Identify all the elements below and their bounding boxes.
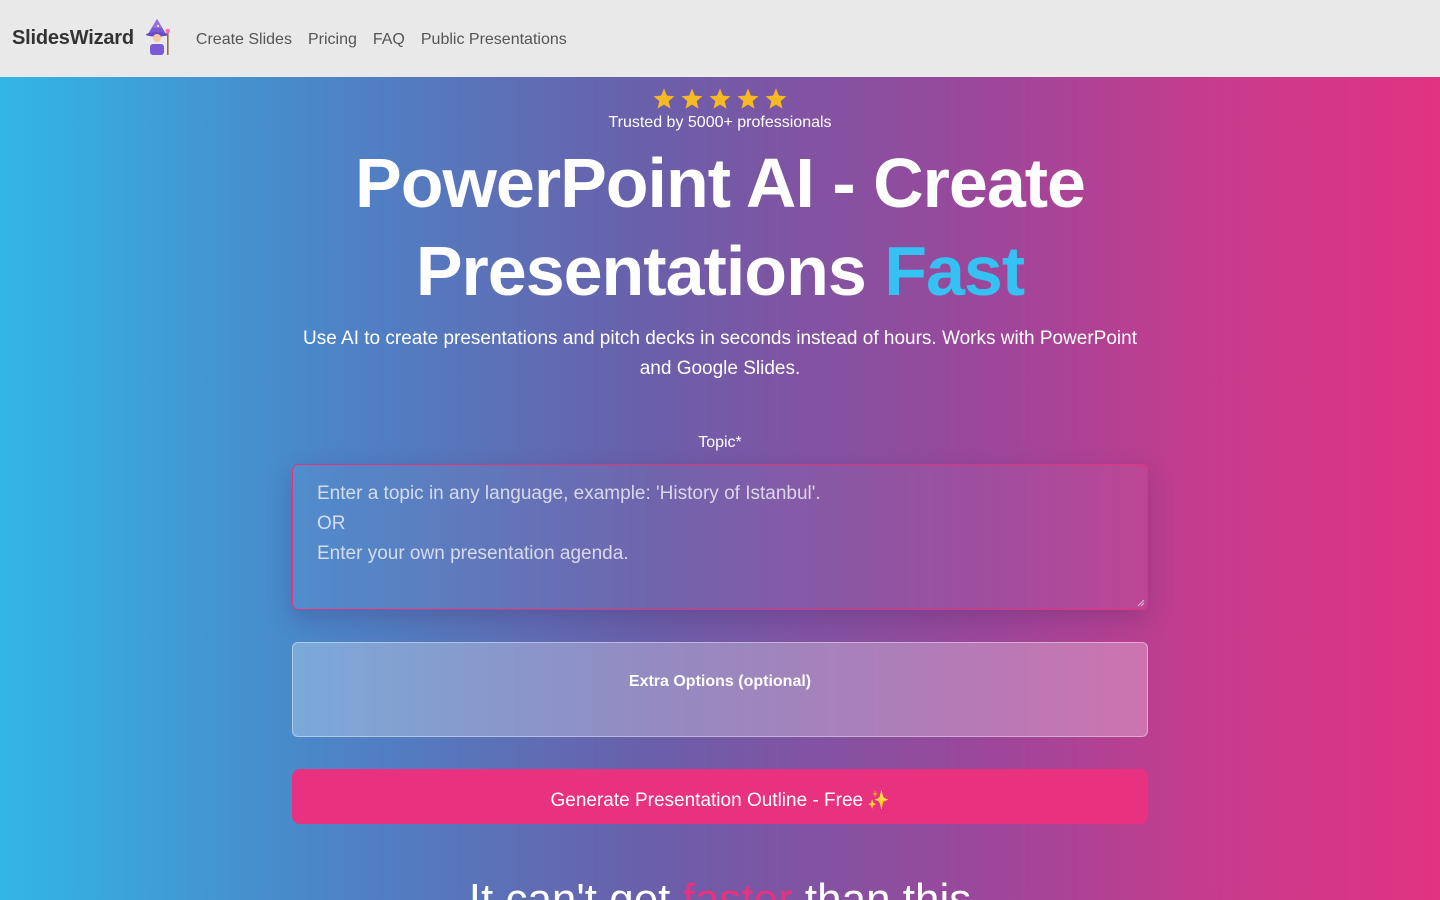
star-icon xyxy=(737,88,759,109)
resize-handle-icon[interactable] xyxy=(1137,599,1145,607)
nav-public-presentations[interactable]: Public Presentations xyxy=(421,31,567,49)
nav-pricing[interactable]: Pricing xyxy=(308,31,357,49)
star-icon xyxy=(709,88,731,109)
rating-stars xyxy=(0,87,1440,111)
extra-options-label: Extra Options (optional) xyxy=(628,673,812,690)
section-heading-part1: It can't get xyxy=(468,875,683,900)
headline-line2: Presentations xyxy=(415,232,885,310)
nav-faq[interactable]: FAQ xyxy=(373,31,405,49)
topic-placeholder-line: Enter your own presentation agenda. xyxy=(317,543,629,564)
star-icon xyxy=(681,88,703,109)
headline-line1: PowerPoint AI - Create xyxy=(355,144,1086,222)
generate-outline-button[interactable]: Generate Presentation Outline - Free ✨ xyxy=(292,769,1148,824)
hero-section: Trusted by 5000+ professionals PowerPoin… xyxy=(0,77,1440,900)
section-heading-part2: than this xyxy=(792,875,972,900)
topic-label: Topic* xyxy=(698,434,742,451)
headline-accent: Fast xyxy=(884,232,1025,310)
nav-create-slides[interactable]: Create Slides xyxy=(196,31,292,49)
extra-options-toggle[interactable]: Extra Options (optional) xyxy=(292,642,1148,737)
page-title: PowerPoint AI - Create Presentations Fas… xyxy=(0,139,1440,315)
topic-placeholder-line: Enter a topic in any language, example: … xyxy=(317,483,821,504)
top-navbar: SlidesWizard Create Slides Pricing FAQ P… xyxy=(0,0,1440,77)
trusted-text: Trusted by 5000+ professionals xyxy=(608,114,832,131)
section-heading: It can't get faster than this xyxy=(0,874,1440,900)
generate-button-label: Generate Presentation Outline - Free xyxy=(550,789,864,811)
brand-name: SlidesWizard xyxy=(12,27,134,49)
hero-subtitle: Use AI to create presentations and pitch… xyxy=(303,328,1137,379)
star-icon xyxy=(653,88,675,109)
sparkles-icon: ✨ xyxy=(867,790,890,810)
section-heading-accent: faster xyxy=(682,875,793,900)
brand-link[interactable]: SlidesWizard xyxy=(12,18,172,56)
wizard-icon xyxy=(145,18,171,55)
topic-textarea[interactable]: Enter a topic in any language, example: … xyxy=(292,464,1148,610)
topic-placeholder-line: OR xyxy=(317,513,346,534)
nav-links: Create Slides Pricing FAQ Public Present… xyxy=(196,31,583,49)
star-icon xyxy=(765,88,787,109)
